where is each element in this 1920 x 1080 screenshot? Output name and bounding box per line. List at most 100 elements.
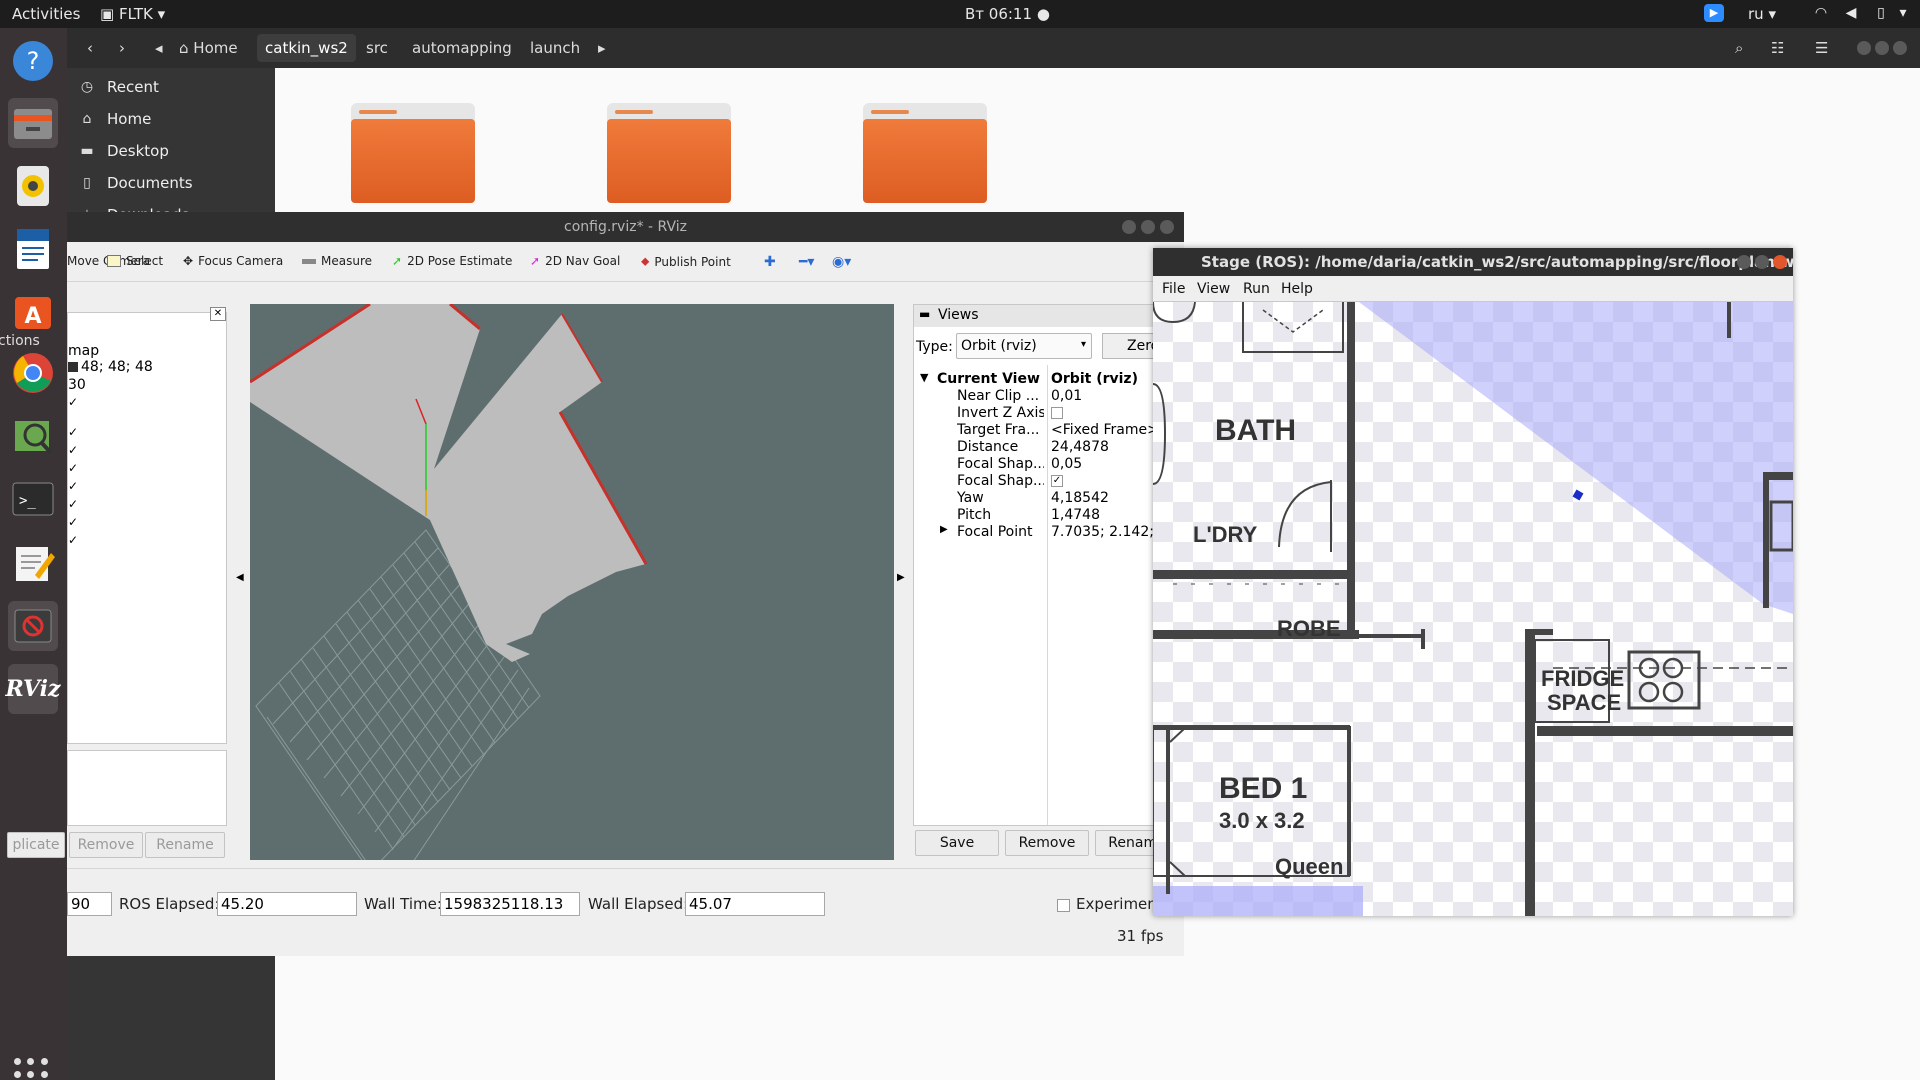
forward-button[interactable]: › xyxy=(111,34,133,62)
rhythmbox-icon[interactable] xyxy=(8,161,58,211)
close-button[interactable] xyxy=(1893,41,1907,55)
2d-pose-estimate-tool[interactable]: ➚ 2D Pose Estimate xyxy=(392,254,512,268)
invert-z-checkbox[interactable] xyxy=(1051,407,1063,419)
menu-run[interactable]: Run xyxy=(1243,281,1270,297)
breadcrumb-home[interactable]: ⌂ Home xyxy=(171,34,246,62)
collapse-left-arrow-icon[interactable]: ◀ xyxy=(236,572,244,583)
rviz-3d-viewport[interactable] xyxy=(250,304,894,860)
add-tool-button[interactable]: ✚ xyxy=(764,254,776,270)
property-row[interactable]: Focal Shap... 0,05 xyxy=(914,456,1183,473)
panel-close-icon[interactable]: ✕ xyxy=(210,307,226,321)
remove-tool-button[interactable]: ━▾ xyxy=(799,254,814,270)
rviz-titlebar[interactable]: config.rviz* - RViz xyxy=(67,212,1184,242)
measure-tool[interactable]: Measure xyxy=(302,254,372,268)
sidebar-item-home[interactable]: ⌂ Home xyxy=(67,103,275,135)
breadcrumb-left-button[interactable]: ◂ xyxy=(147,34,171,62)
maximize-button[interactable] xyxy=(1875,41,1889,55)
image-viewer-icon[interactable] xyxy=(8,412,58,462)
folder-icon[interactable] xyxy=(351,103,475,203)
search-button[interactable]: ⌕ xyxy=(1727,34,1751,62)
back-button[interactable]: ‹ xyxy=(79,34,101,62)
property-row[interactable]: Distance 24,4878 xyxy=(914,439,1183,456)
view-type-select[interactable]: Orbit (rviz) ▾ xyxy=(956,333,1092,359)
menu-view[interactable]: View xyxy=(1197,281,1230,297)
wall-elapsed-field[interactable]: 45.07 xyxy=(685,892,825,916)
maximize-button[interactable] xyxy=(1755,255,1769,269)
menu-help[interactable]: Help xyxy=(1281,281,1313,297)
libreoffice-writer-icon[interactable] xyxy=(8,224,58,274)
show-applications-icon[interactable] xyxy=(14,1058,50,1080)
property-row[interactable]: Yaw 4,18542 xyxy=(914,490,1183,507)
checkbox-checked[interactable]: ✓ xyxy=(68,533,78,547)
folder-icon[interactable] xyxy=(607,103,731,203)
property-row[interactable]: Focal Shap... ✓ xyxy=(914,473,1183,490)
breadcrumb-launch[interactable]: launch xyxy=(522,34,588,62)
property-row[interactable]: Pitch 1,4748 xyxy=(914,507,1183,524)
rviz-icon[interactable]: RViz xyxy=(5,664,61,714)
checkbox-checked[interactable]: ✓ xyxy=(68,515,78,529)
rename-display-button[interactable]: Rename xyxy=(145,832,225,858)
publish-point-tool[interactable]: ⬥ Publish Point xyxy=(641,254,731,269)
select-tool[interactable]: Select xyxy=(107,254,163,268)
breadcrumb-automapping[interactable]: automapping xyxy=(404,34,520,62)
wall-time-field[interactable]: 1598325118.13 xyxy=(440,892,580,916)
2d-nav-goal-tool[interactable]: ➚ 2D Nav Goal xyxy=(530,254,620,268)
ros-elapsed-field[interactable]: 45.20 xyxy=(217,892,357,916)
minimize-button[interactable] xyxy=(1737,255,1751,269)
property-row[interactable]: Invert Z Axis xyxy=(914,405,1183,422)
wifi-icon[interactable]: ◠ xyxy=(1812,5,1830,23)
ros-time-field[interactable]: 90 xyxy=(67,892,112,916)
checkbox-checked[interactable]: ✓ xyxy=(68,497,78,511)
checkbox-checked[interactable]: ✓ xyxy=(68,443,78,457)
experimental-checkbox[interactable] xyxy=(1057,899,1070,912)
help-icon[interactable]: ? xyxy=(8,36,58,86)
checkbox-checked[interactable]: ✓ xyxy=(68,461,78,475)
property-row[interactable]: ▶ Focal Point 7.7035; 2.142; 2 xyxy=(914,524,1183,541)
menu-file[interactable]: File xyxy=(1162,281,1185,297)
system-menu-chevron-icon[interactable]: ▾ xyxy=(1894,5,1912,23)
sidebar-item-documents[interactable]: ▯ Documents xyxy=(67,167,275,199)
stage-titlebar[interactable]: Stage (ROS): /home/daria/catkin_ws2/src/… xyxy=(1153,248,1793,276)
battery-icon[interactable]: ▯ xyxy=(1872,5,1890,23)
sidebar-item-recent[interactable]: ◷ Recent xyxy=(67,71,275,103)
folder-icon[interactable] xyxy=(863,103,987,203)
breadcrumb-catkin-ws2[interactable]: catkin_ws2 xyxy=(257,34,356,62)
save-view-button[interactable]: Save xyxy=(915,830,999,856)
close-button[interactable] xyxy=(1773,255,1787,269)
minimize-button[interactable] xyxy=(1857,41,1871,55)
zoom-icon[interactable]: ▶ xyxy=(1704,4,1724,22)
terminal-icon[interactable]: >_ xyxy=(8,474,58,524)
files-icon[interactable] xyxy=(8,98,58,148)
text-editor-icon[interactable] xyxy=(8,538,58,588)
property-row[interactable]: Near Clip ... 0,01 xyxy=(914,388,1183,405)
tool-properties-button[interactable]: ◉▾ xyxy=(832,254,851,270)
stage-canvas[interactable]: BATH L'DRY ROBE FRIDGE SPACE BED 1 3.0 x… xyxy=(1153,302,1793,916)
checkbox-checked[interactable]: ✓ xyxy=(68,395,78,409)
focus-camera-tool[interactable]: ✥ Focus Camera xyxy=(183,254,283,268)
remove-display-button[interactable]: Remove xyxy=(69,832,143,858)
duplicate-button[interactable]: plicate xyxy=(7,832,65,858)
menu-button[interactable]: ☰ xyxy=(1807,34,1836,62)
current-view-row[interactable]: ▼ Current View Orbit (rviz) xyxy=(914,371,1183,388)
software-center-icon[interactable]: A xyxy=(8,286,58,336)
focal-shape-checkbox[interactable]: ✓ xyxy=(1051,475,1063,487)
remove-view-button[interactable]: Remove xyxy=(1005,830,1089,856)
maximize-button[interactable] xyxy=(1141,220,1155,234)
clock[interactable]: Вт 06:11 ● xyxy=(965,5,1050,23)
sidebar-item-desktop[interactable]: ▬ Desktop xyxy=(67,135,275,167)
stage-icon[interactable] xyxy=(8,601,58,651)
breadcrumb-right-button[interactable]: ▸ xyxy=(590,34,614,62)
checkbox-checked[interactable]: ✓ xyxy=(68,479,78,493)
property-row[interactable]: Target Fra... <Fixed Frame> xyxy=(914,422,1183,439)
chrome-icon[interactable] xyxy=(8,348,58,398)
breadcrumb-src[interactable]: src xyxy=(358,34,396,62)
display-row-fixed-frame-value[interactable]: map xyxy=(68,343,99,359)
minimize-button[interactable] xyxy=(1122,220,1136,234)
language-indicator[interactable]: ru ▾ xyxy=(1748,5,1776,23)
checkbox-checked[interactable]: ✓ xyxy=(68,425,78,439)
app-menu[interactable]: ▣ FLTK ▾ xyxy=(100,5,165,23)
collapse-right-arrow-icon[interactable]: ▶ xyxy=(897,572,905,583)
volume-icon[interactable]: ◀ xyxy=(1842,5,1860,23)
display-row-frame-rate-value[interactable]: 30 xyxy=(68,377,86,393)
display-row-background-value[interactable]: 48; 48; 48 xyxy=(81,359,153,375)
